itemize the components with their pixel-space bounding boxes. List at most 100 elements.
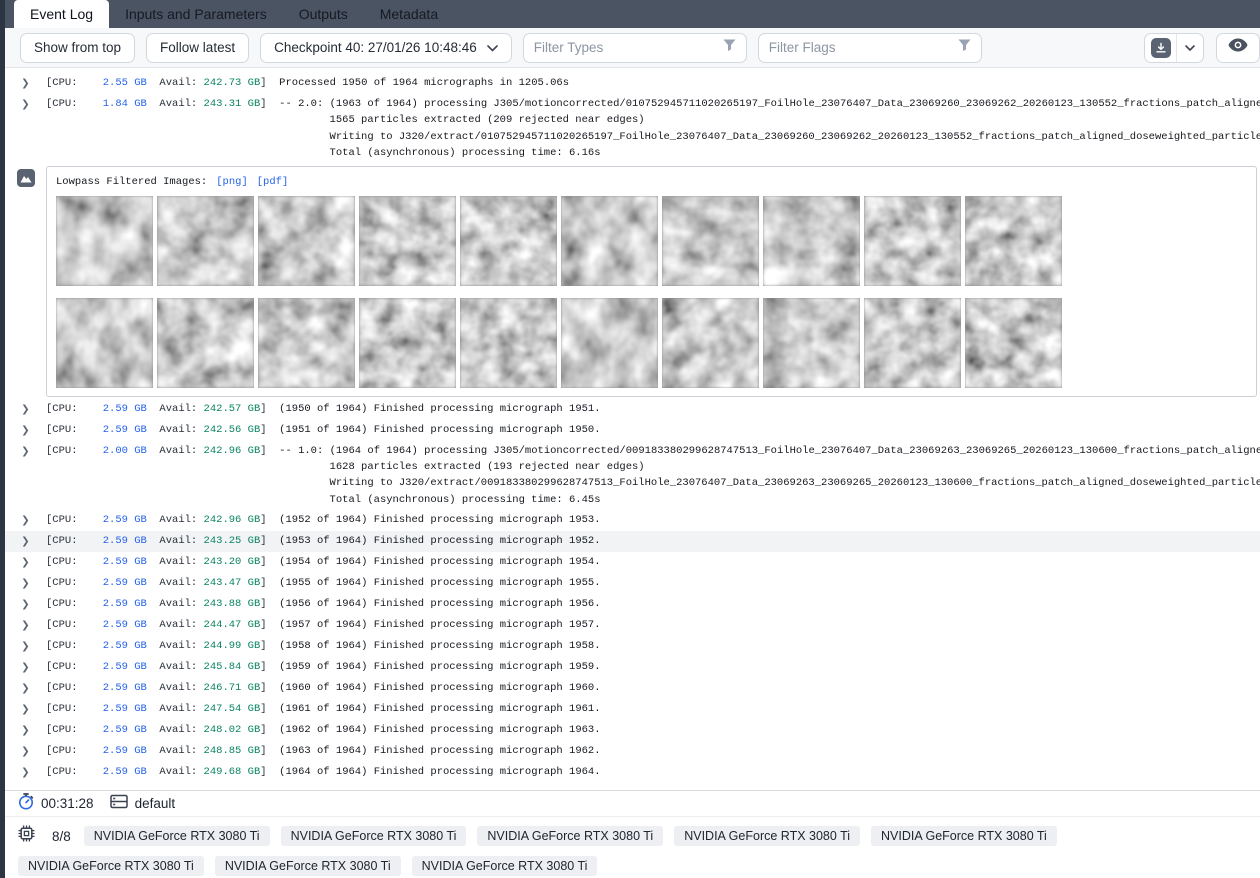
log-entry: ❯ [CPU: 2.59 GB Avail: 247.54 GB] (1961 …	[5, 699, 1260, 720]
entry-gutter: ❯	[5, 533, 46, 550]
micrograph-thumbnail[interactable]	[763, 297, 860, 388]
filter-flags-input[interactable]	[768, 40, 958, 55]
micrograph-thumbnail[interactable]	[662, 195, 759, 286]
log-entry: ❯ [CPU: 2.59 GB Avail: 246.71 GB] (1960 …	[5, 678, 1260, 699]
expand-chevron-icon[interactable]: ❯	[21, 681, 29, 697]
png-link[interactable]: [png]	[216, 176, 248, 188]
expand-chevron-icon[interactable]: ❯	[21, 576, 29, 592]
micrograph-thumbnail[interactable]	[157, 195, 254, 286]
job-status-footer: 00:31:28 default 8/8 NVIDIA GeForce RTX …	[5, 790, 1260, 878]
tab-inputs-and-parameters[interactable]: Inputs and Parameters	[109, 0, 283, 28]
expand-chevron-icon[interactable]: ❯	[21, 555, 29, 571]
micrograph-thumbnail[interactable]	[359, 297, 456, 388]
log-entry-text: [CPU: 2.59 GB Avail: 248.02 GB] (1962 of…	[46, 724, 601, 737]
download-options-button[interactable]	[1177, 34, 1203, 62]
visibility-button[interactable]	[1216, 32, 1260, 63]
expand-chevron-icon[interactable]: ❯	[21, 76, 29, 92]
expand-chevron-icon[interactable]: ❯	[21, 444, 29, 460]
micrograph-thumbnail[interactable]	[864, 195, 961, 286]
expand-chevron-icon[interactable]: ❯	[21, 660, 29, 676]
pdf-link[interactable]: [pdf]	[257, 176, 289, 188]
entry-gutter: ❯	[5, 701, 46, 718]
expand-chevron-icon[interactable]: ❯	[21, 723, 29, 739]
filter-types-input-wrap	[522, 32, 747, 63]
micrograph-thumbnail[interactable]	[965, 195, 1062, 286]
download-icon	[1150, 37, 1171, 58]
micrograph-thumbnail[interactable]	[561, 195, 658, 286]
log-entry-text: [CPU: 2.59 GB Avail: 242.96 GB] (1952 of…	[46, 514, 601, 527]
tab-metadata[interactable]: Metadata	[364, 0, 454, 28]
log-entry-text: [CPU: 2.59 GB Avail: 243.88 GB] (1956 of…	[46, 598, 601, 611]
log-entry: ❯ [CPU: 2.59 GB Avail: 245.84 GB] (1959 …	[5, 657, 1260, 678]
tab-outputs[interactable]: Outputs	[283, 0, 364, 28]
expand-chevron-icon[interactable]: ❯	[21, 597, 29, 613]
expand-chevron-icon[interactable]: ❯	[21, 402, 29, 418]
micrograph-thumbnail[interactable]	[460, 195, 557, 286]
entry-gutter: ❯	[5, 96, 46, 113]
gpu-badge: NVIDIA GeForce RTX 3080 Ti	[871, 826, 1057, 846]
gpu-badge: NVIDIA GeForce RTX 3080 Ti	[18, 856, 204, 876]
expand-chevron-icon[interactable]: ❯	[21, 702, 29, 718]
micrograph-thumbnail[interactable]	[965, 297, 1062, 388]
log-entry-text: [CPU: 2.59 GB Avail: 244.47 GB] (1957 of…	[46, 619, 601, 632]
expand-chevron-icon[interactable]: ❯	[21, 765, 29, 781]
log-entry: ❯ [CPU: 2.59 GB Avail: 244.47 GB] (1957 …	[5, 615, 1260, 636]
elapsed-time: 00:31:28	[41, 796, 94, 811]
gpu-badge: NVIDIA GeForce RTX 3080 Ti	[411, 856, 598, 876]
gpu-chip-icon	[18, 825, 35, 847]
lowpass-images-entry: Lowpass Filtered Images: [png] [pdf]	[5, 164, 1260, 399]
lowpass-images-panel: Lowpass Filtered Images: [png] [pdf]	[46, 165, 1257, 397]
micrograph-thumbnail[interactable]	[258, 195, 355, 286]
entry-gutter: ❯	[5, 575, 46, 592]
download-button[interactable]	[1145, 33, 1177, 62]
micrograph-thumbnail[interactable]	[662, 297, 759, 388]
micrograph-thumbnail[interactable]	[763, 195, 860, 286]
entry-gutter: ❯	[5, 617, 46, 634]
expand-chevron-icon[interactable]: ❯	[21, 618, 29, 634]
log-entry: ❯ [CPU: 2.59 GB Avail: 248.85 GB] (1963 …	[5, 741, 1260, 762]
entry-gutter: ❯	[5, 659, 46, 676]
micrograph-thumbnail[interactable]	[56, 297, 153, 388]
micrograph-thumbnail[interactable]	[359, 195, 456, 286]
show-from-top-button[interactable]: Show from top	[20, 32, 136, 63]
expand-chevron-icon[interactable]: ❯	[21, 639, 29, 655]
filter-types-input[interactable]	[533, 40, 723, 55]
micrograph-thumbnail[interactable]	[56, 195, 153, 286]
filter-funnel-icon	[958, 39, 971, 57]
follow-latest-button[interactable]: Follow latest	[146, 32, 250, 63]
expand-chevron-icon[interactable]: ❯	[21, 513, 29, 529]
log-entry: ❯ [CPU: 2.59 GB Avail: 242.96 GB] (1952 …	[5, 510, 1260, 531]
log-entry: ❯ [CPU: 2.59 GB Avail: 243.25 GB] (1953 …	[5, 531, 1260, 553]
entry-gutter: ❯	[5, 722, 46, 739]
image-attachment-icon[interactable]	[16, 168, 35, 187]
entry-gutter: ❯	[5, 743, 46, 760]
log-entry: ❯ [CPU: 2.59 GB Avail: 244.99 GB] (1958 …	[5, 636, 1260, 657]
micrograph-thumbnail[interactable]	[157, 297, 254, 388]
tab-event-log[interactable]: Event Log	[14, 0, 110, 28]
micrograph-thumbnail[interactable]	[864, 297, 961, 388]
micrograph-thumbnail[interactable]	[561, 297, 658, 388]
log-entry-text: [CPU: 2.59 GB Avail: 244.99 GB] (1958 of…	[46, 640, 601, 653]
eye-icon	[1228, 38, 1248, 57]
filter-funnel-icon	[723, 39, 736, 57]
micrograph-thumbnail[interactable]	[258, 297, 355, 388]
expand-chevron-icon[interactable]: ❯	[21, 423, 29, 439]
entry-gutter: ❯	[5, 401, 46, 418]
toolbar-right-tools	[1144, 32, 1260, 63]
log-entry: ❯ [CPU: 1.84 GB Avail: 243.31 GB] -- 2.0…	[5, 94, 1260, 164]
tab-bar: Event Log Inputs and Parameters Outputs …	[5, 0, 1260, 28]
expand-chevron-icon[interactable]: ❯	[21, 534, 29, 550]
log-entry-text: [CPU: 2.59 GB Avail: 246.71 GB] (1960 of…	[46, 682, 601, 695]
log-entry-text: [CPU: 2.59 GB Avail: 247.54 GB] (1961 of…	[46, 703, 601, 716]
download-split-button	[1144, 32, 1204, 63]
log-entry: ❯ [CPU: 2.59 GB Avail: 242.57 GB] (1950 …	[5, 399, 1260, 420]
log-entry: ❯ [CPU: 2.59 GB Avail: 242.56 GB] (1951 …	[5, 420, 1260, 441]
log-entry-text: [CPU: 2.59 GB Avail: 243.25 GB] (1953 of…	[46, 535, 601, 548]
expand-chevron-icon[interactable]: ❯	[21, 97, 29, 113]
show-from-top-label: Show from top	[34, 40, 122, 55]
expand-chevron-icon[interactable]: ❯	[21, 744, 29, 760]
log-entry-text: [CPU: 2.59 GB Avail: 242.56 GB] (1951 of…	[46, 423, 601, 436]
log-entry-text: [CPU: 2.55 GB Avail: 242.73 GB] Processe…	[46, 77, 570, 89]
checkpoint-dropdown[interactable]: Checkpoint 40: 27/01/26 10:48:46	[260, 32, 512, 63]
micrograph-thumbnail[interactable]	[460, 297, 557, 388]
